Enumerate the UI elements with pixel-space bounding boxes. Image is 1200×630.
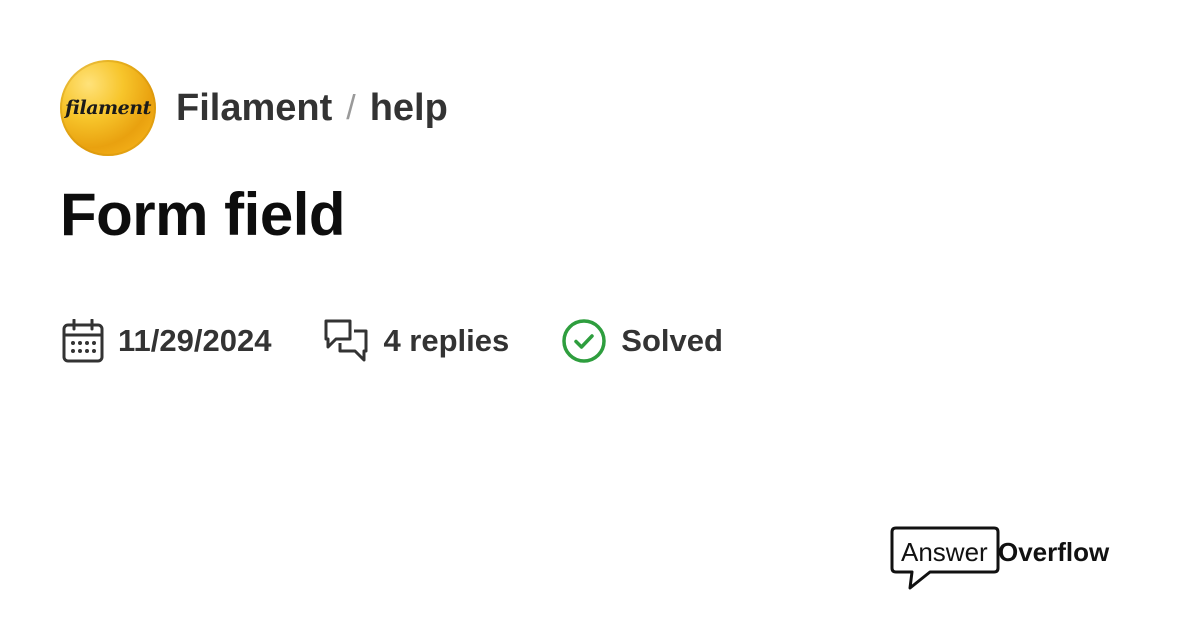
replies-meta: 4 replies [323,318,509,364]
brand-overflow-text: Overflow [998,537,1110,567]
calendar-icon [62,319,104,363]
thread-meta: 11/29/2024 4 replies Solved [62,318,775,364]
server-name[interactable]: Filament [176,87,332,130]
server-avatar: filament [60,60,156,156]
solved-status: Solved [621,323,723,358]
header: filament Filament / help [60,60,448,156]
thread-title: Form field [60,181,346,248]
answeroverflow-logo: Answer Overflow [890,526,1120,592]
reply-count: 4 replies [383,323,510,358]
avatar-logo-text: filament [65,97,151,119]
post-date: 11/29/2024 [118,323,272,358]
breadcrumb: Filament / help [176,87,448,130]
channel-name[interactable]: help [370,87,448,130]
chat-bubbles-icon [323,318,369,364]
status-meta: Solved [561,318,723,364]
check-circle-icon [561,318,607,364]
brand-answer-text: Answer [901,537,988,567]
og-card: filament Filament / help Form field 11/2… [0,0,1200,630]
date-meta: 11/29/2024 [62,319,271,363]
breadcrumb-separator: / [346,88,356,127]
